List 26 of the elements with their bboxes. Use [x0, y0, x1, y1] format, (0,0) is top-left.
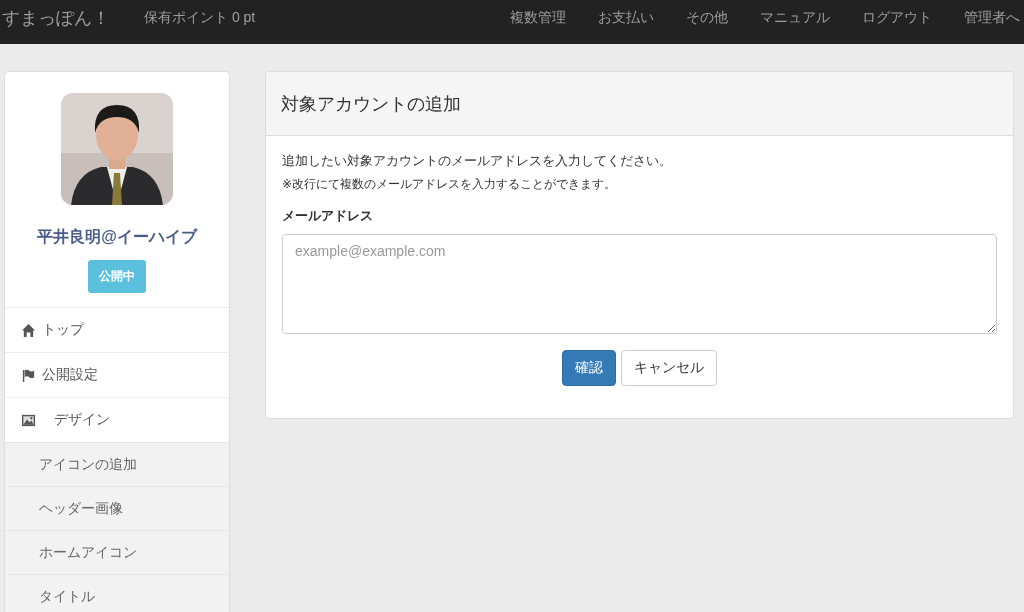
note-text: ※改行にて複数のメールアドレスを入力することができます。 — [282, 176, 618, 193]
instruction-text: 追加したい対象アカウントのメールアドレスを入力してください。 — [282, 152, 673, 170]
nav-link[interactable]: ログアウト — [862, 9, 932, 27]
submenu-item[interactable]: ヘッダー画像 — [5, 486, 229, 530]
cancel-button[interactable]: キャンセル — [621, 350, 717, 386]
sidebar-item[interactable]: 公開設定 — [5, 352, 229, 397]
submenu-item[interactable]: アイコンの追加 — [5, 442, 229, 486]
nav-link[interactable]: お支払い — [598, 9, 654, 27]
submenu-item[interactable]: ホームアイコン — [5, 530, 229, 574]
flag-icon — [21, 367, 36, 383]
status-badge: 公開中 — [88, 260, 146, 293]
nav-link[interactable]: 複数管理 — [510, 9, 566, 27]
image-icon — [21, 412, 36, 428]
brand-link[interactable]: すまっぽん！ — [2, 6, 110, 30]
submenu-item[interactable]: タイトル — [5, 574, 229, 612]
nav-link[interactable]: マニュアル — [760, 9, 830, 27]
profile-name: 平井良明@イーハイブ — [37, 227, 197, 247]
confirm-button[interactable]: 確認 — [562, 350, 616, 386]
email-field[interactable]: example@example.com — [282, 234, 997, 334]
nav-link[interactable]: その他 — [686, 9, 728, 27]
panel-title: 対象アカウントの追加 — [281, 92, 461, 116]
field-label: メールアドレス — [282, 207, 374, 225]
home-icon — [21, 322, 36, 338]
points-balance: 保有ポイント 0 pt — [144, 9, 256, 27]
sidebar-item[interactable]: トップ — [5, 307, 229, 352]
nav-link[interactable]: 管理者へ — [964, 9, 1020, 27]
